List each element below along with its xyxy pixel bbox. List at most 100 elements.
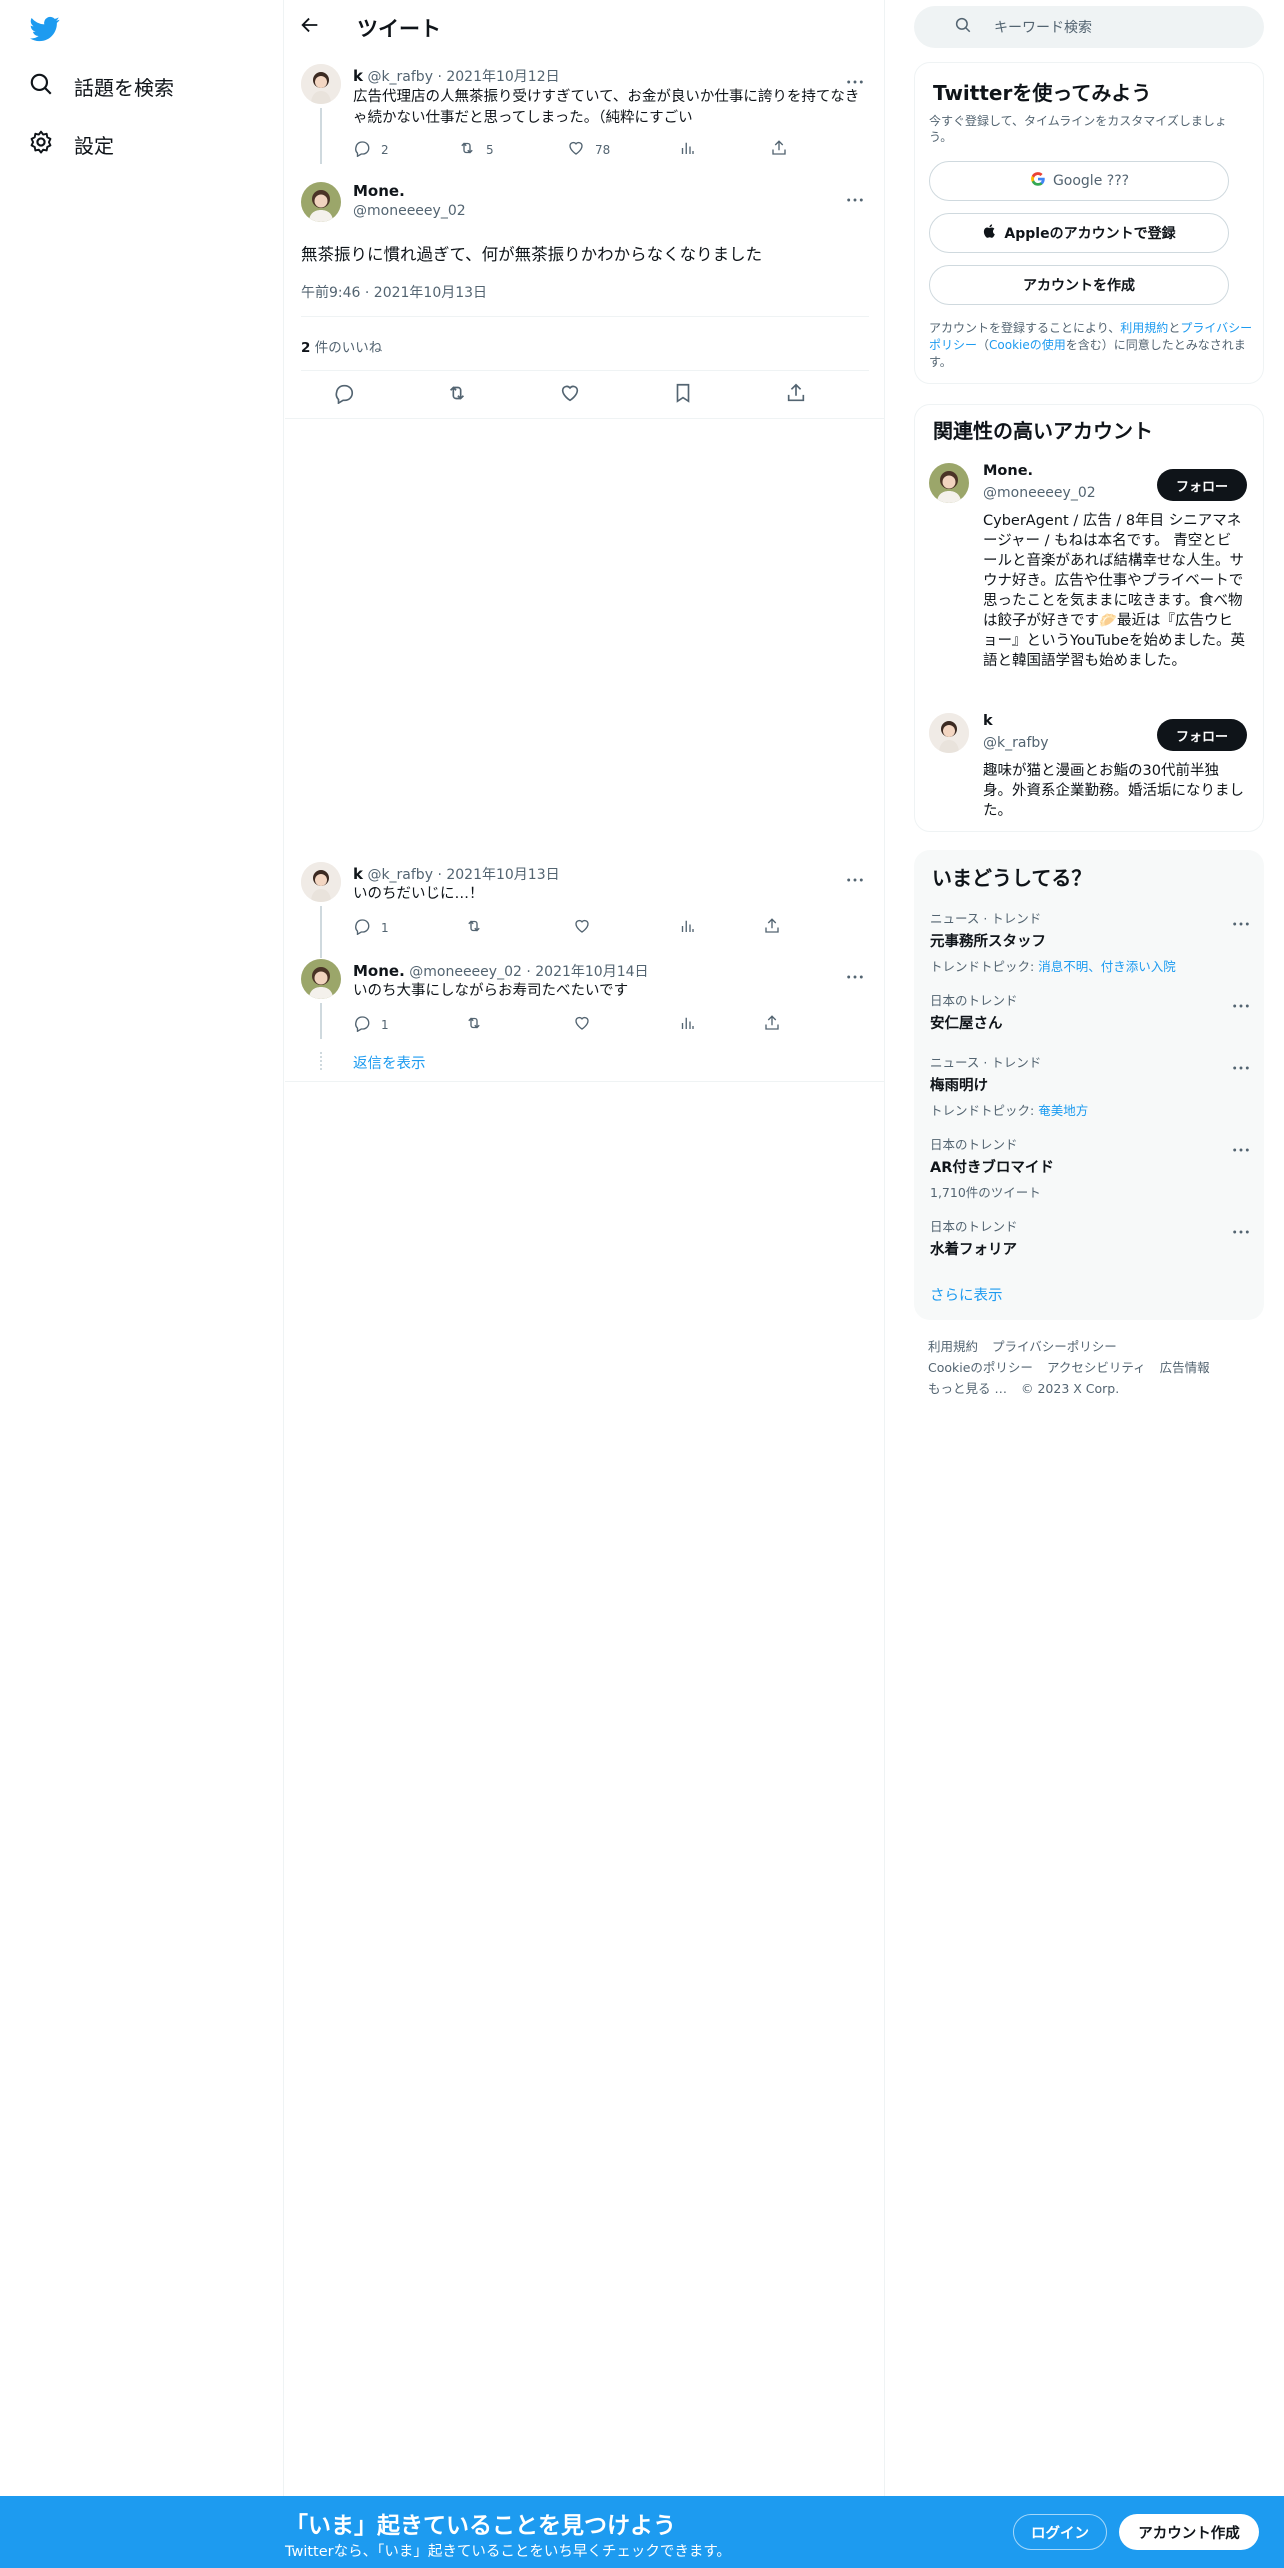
like-button[interactable]: [573, 1014, 601, 1035]
tweet-timestamp[interactable]: 午前9:46 · 2021年10月13日: [301, 282, 487, 302]
tweet-meta: k @k_rafby · 2021年10月13日: [353, 864, 560, 884]
reply-button[interactable]: 1: [353, 917, 389, 938]
share-icon[interactable]: [785, 382, 807, 408]
trend-topic-link[interactable]: 奄美地方: [1038, 1103, 1088, 1118]
retweet-icon: [465, 1014, 493, 1035]
trend-item[interactable]: ニュース · トレンド 梅雨明け トレンドトピック: 奄美地方: [930, 1052, 1250, 1119]
more-icon[interactable]: [1232, 912, 1250, 926]
signup-terms: アカウントを登録することにより、利用規約とプライバシーポリシー（Cookieの使…: [929, 320, 1255, 371]
tweet-date[interactable]: 2021年10月13日: [446, 867, 559, 883]
views-button[interactable]: [678, 1014, 706, 1035]
signup-button[interactable]: アカウント作成: [1119, 2514, 1259, 2550]
create-account-button[interactable]: アカウントを作成: [929, 265, 1229, 305]
tweet-date[interactable]: 2021年10月14日: [535, 964, 648, 980]
tweet-meta: k @k_rafby · 2021年10月12日: [353, 66, 560, 86]
avatar[interactable]: [301, 182, 341, 222]
footer-link[interactable]: Cookieのポリシー: [928, 1360, 1033, 1375]
share-button[interactable]: [763, 1014, 791, 1035]
more-icon[interactable]: [846, 70, 866, 84]
retweet-icon[interactable]: [446, 382, 468, 408]
avatar[interactable]: [301, 862, 341, 902]
author-name[interactable]: Mone.: [353, 182, 405, 200]
trend-topic-link[interactable]: 消息不明、付き添い入院: [1038, 959, 1176, 974]
more-icon[interactable]: [846, 965, 866, 979]
like-button[interactable]: 78: [567, 139, 610, 160]
author-name[interactable]: k: [353, 67, 363, 85]
nav-settings[interactable]: 設定: [28, 124, 114, 164]
avatar[interactable]: [929, 463, 969, 503]
account-name[interactable]: k: [983, 713, 993, 729]
apple-signup-button[interactable]: Appleのアカウントで登録: [929, 213, 1229, 253]
retweet-button[interactable]: [465, 917, 493, 938]
thread-line: [320, 108, 322, 164]
like-button[interactable]: [573, 917, 601, 938]
avatar[interactable]: [301, 64, 341, 104]
search-box[interactable]: キーワード検索: [914, 6, 1264, 48]
trend-item[interactable]: 日本のトレンド 水着フォリア: [930, 1216, 1250, 1259]
reply-button[interactable]: 1: [353, 1014, 389, 1035]
trend-item[interactable]: ニュース · トレンド 元事務所スタッフ トレンドトピック: 消息不明、付き添い…: [930, 908, 1250, 975]
cookie-link[interactable]: Cookieの使用: [989, 338, 1066, 352]
follow-button[interactable]: フォロー: [1157, 719, 1247, 751]
more-icon[interactable]: [1232, 1056, 1250, 1070]
avatar[interactable]: [301, 959, 341, 999]
bookmark-icon[interactable]: [672, 382, 694, 408]
more-icon[interactable]: [1232, 1138, 1250, 1152]
author-handle[interactable]: @k_rafby: [367, 69, 433, 85]
views-button[interactable]: [678, 139, 706, 160]
avatar[interactable]: [929, 713, 969, 753]
chart-icon: [678, 1014, 706, 1035]
author-name[interactable]: Mone.: [353, 962, 405, 980]
more-icon[interactable]: [846, 188, 866, 202]
retweet-button[interactable]: 5: [458, 139, 494, 160]
author-handle[interactable]: @moneeeey_02: [353, 203, 466, 219]
account-handle[interactable]: @k_rafby: [983, 735, 1049, 751]
likes-count: 2: [301, 340, 311, 356]
reply-icon[interactable]: [333, 382, 355, 408]
footer-link[interactable]: もっと見る …: [928, 1381, 1007, 1396]
more-icon[interactable]: [1232, 1220, 1250, 1234]
footer-link[interactable]: 利用規約: [928, 1339, 978, 1354]
show-more-trends[interactable]: さらに表示: [930, 1284, 1003, 1305]
tweet-actions: 1: [353, 1014, 783, 1034]
reply-button[interactable]: 2: [353, 139, 389, 160]
reply-count: 2: [381, 142, 389, 157]
share-button[interactable]: [770, 139, 798, 160]
left-nav: 話題を検索 設定: [0, 0, 284, 2496]
trend-item[interactable]: 日本のトレンド 安仁屋さん: [930, 990, 1250, 1033]
retweet-button[interactable]: [465, 1014, 493, 1035]
login-button[interactable]: ログイン: [1013, 2514, 1107, 2550]
footer-links: 利用規約 プライバシーポリシー Cookieのポリシー アクセシビリティ 広告情報 も…: [928, 1336, 1258, 1399]
follow-button[interactable]: フォロー: [1157, 469, 1247, 501]
search-input[interactable]: キーワード検索: [994, 17, 1092, 37]
heart-icon[interactable]: [559, 382, 581, 408]
footer-link[interactable]: 広告情報: [1160, 1360, 1210, 1375]
nav-explore[interactable]: 話題を検索: [28, 66, 174, 106]
tweet-date[interactable]: 2021年10月12日: [446, 69, 559, 85]
footer-link[interactable]: アクセシビリティ: [1047, 1360, 1146, 1375]
chart-icon: [678, 917, 706, 938]
author-handle[interactable]: @k_rafby: [367, 867, 433, 883]
trend-name: 安仁屋さん: [930, 1016, 1003, 1032]
share-button[interactable]: [763, 917, 791, 938]
author-name[interactable]: k: [353, 865, 363, 883]
heart-icon: [573, 917, 601, 938]
show-replies-link[interactable]: 返信を表示: [353, 1052, 426, 1073]
account-name[interactable]: Mone.: [983, 463, 1033, 479]
more-icon[interactable]: [846, 868, 866, 882]
twitter-bird-icon[interactable]: [28, 14, 64, 44]
trend-sub-label: トレンドトピック:: [930, 1103, 1039, 1118]
back-arrow-icon[interactable]: [299, 14, 325, 40]
views-button[interactable]: [678, 917, 706, 938]
more-icon[interactable]: [1232, 994, 1250, 1008]
page-header: ツイート: [285, 0, 885, 54]
main-column: ツイート k @k_rafby · 2021年10月12日 広告代理店の人無茶振…: [285, 0, 885, 2496]
terms-link[interactable]: 利用規約: [1120, 321, 1168, 335]
trend-item[interactable]: 日本のトレンド AR付きブロマイド 1,710件のツイート: [930, 1134, 1250, 1201]
google-signup-button[interactable]: Google ???: [929, 161, 1229, 201]
account-handle[interactable]: @moneeeey_02: [983, 485, 1096, 501]
footer-link[interactable]: プライバシーポリシー: [992, 1339, 1117, 1354]
author-handle[interactable]: @moneeeey_02: [409, 964, 522, 980]
search-icon: [936, 16, 972, 38]
likes-summary[interactable]: 2 件のいいね: [301, 336, 382, 356]
